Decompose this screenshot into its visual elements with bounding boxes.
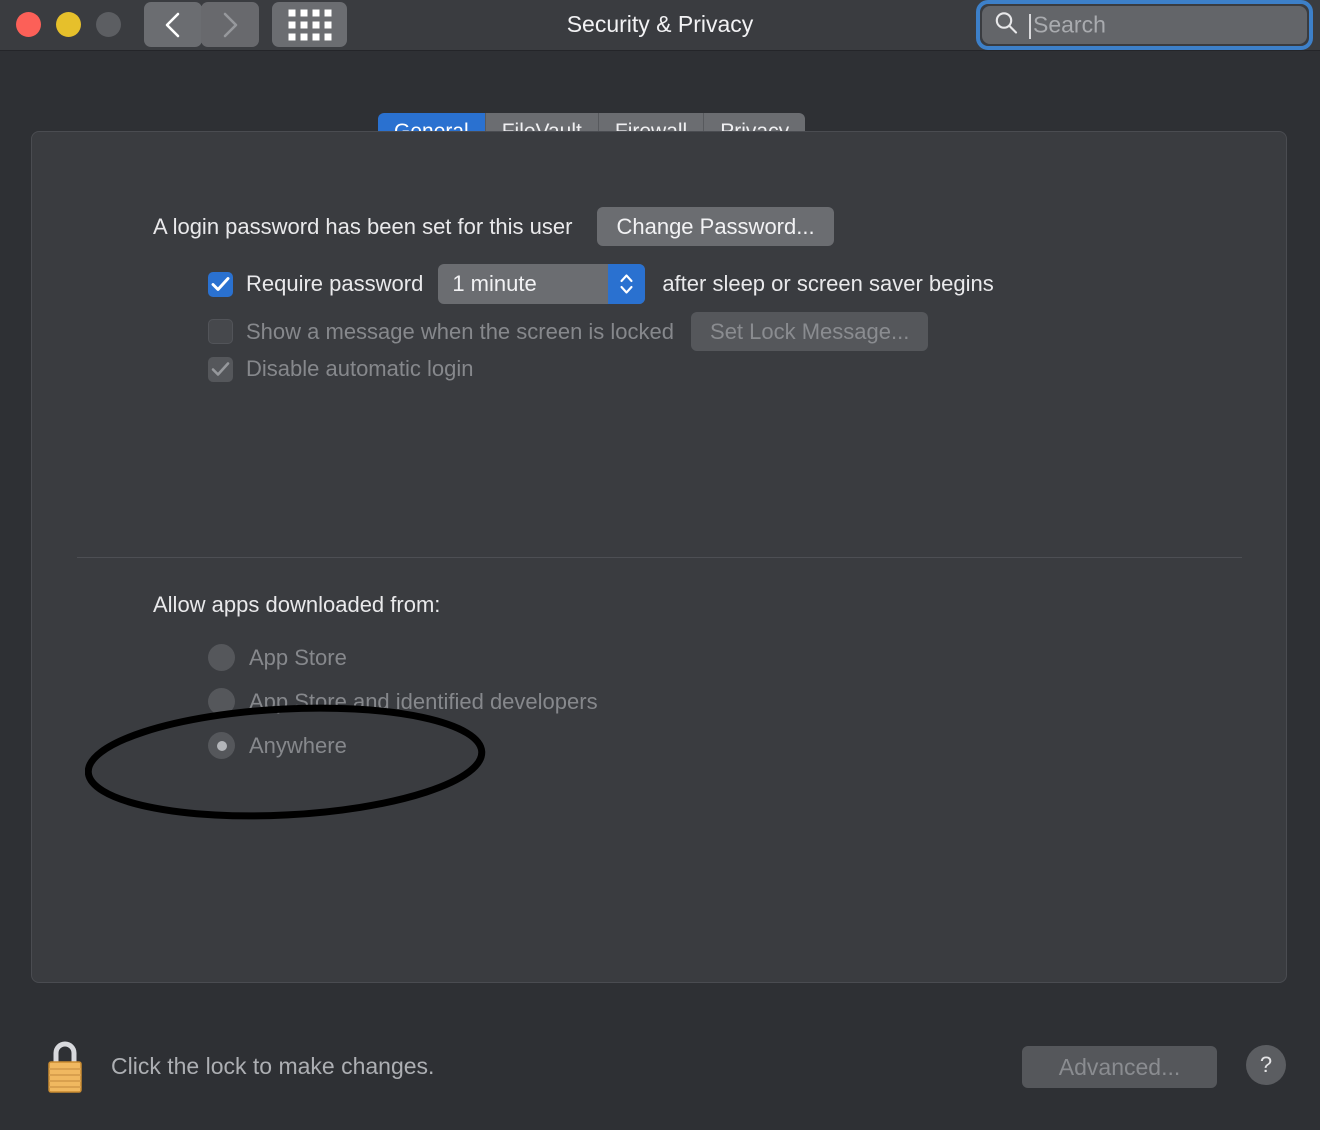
require-password-checkbox[interactable] <box>208 271 233 297</box>
radio-anywhere[interactable] <box>208 732 235 759</box>
search-text-caret <box>1029 14 1031 39</box>
show-all-preferences-button[interactable] <box>272 2 347 47</box>
allow-apps-option-anywhere[interactable]: Anywhere <box>208 732 347 759</box>
radio-identified-developers-label: App Store and identified developers <box>249 688 598 714</box>
allow-apps-option-identified-developers[interactable]: App Store and identified developers <box>208 688 598 715</box>
disable-auto-login-label: Disable automatic login <box>246 356 474 381</box>
all-preferences-grid-icon <box>288 9 331 40</box>
search-placeholder: Search <box>1033 11 1106 38</box>
disable-auto-login-row: Disable automatic login <box>208 356 473 382</box>
forward-button[interactable] <box>201 2 259 47</box>
require-password-label: Require password <box>246 271 424 296</box>
chevron-up-down-icon <box>608 264 646 304</box>
login-password-row: A login password has been set for this u… <box>153 207 834 247</box>
require-password-suffix: after sleep or screen saver begins <box>662 271 994 296</box>
padlock-closed-icon[interactable] <box>43 1036 87 1098</box>
advanced-button[interactable]: Advanced... <box>1022 1046 1217 1089</box>
radio-anywhere-label: Anywhere <box>249 732 347 758</box>
require-password-row: Require password 1 minute after sleep or… <box>208 264 994 304</box>
radio-app-store[interactable] <box>208 644 235 671</box>
lock-hint-text: Click the lock to make changes. <box>111 1053 435 1079</box>
back-button[interactable] <box>144 2 202 47</box>
require-password-interval-select[interactable]: 1 minute <box>438 264 646 304</box>
section-divider <box>77 557 1242 558</box>
general-settings-panel: A login password has been set for this u… <box>31 131 1287 983</box>
chevron-right-icon <box>220 11 240 39</box>
show-lock-message-row: Show a message when the screen is locked… <box>208 312 929 352</box>
require-password-interval-value: 1 minute <box>452 271 537 296</box>
search-input[interactable]: Search <box>982 6 1307 44</box>
login-password-status: A login password has been set for this u… <box>153 213 573 239</box>
window-titlebar: Security & Privacy Search <box>0 0 1320 51</box>
radio-app-store-label: App Store <box>249 644 347 670</box>
show-lock-message-label: Show a message when the screen is locked <box>246 318 675 344</box>
close-window-button[interactable] <box>16 12 41 37</box>
radio-identified-developers[interactable] <box>208 688 235 715</box>
show-lock-message-checkbox[interactable] <box>208 319 233 345</box>
allow-apps-option-app-store[interactable]: App Store <box>208 644 347 671</box>
allow-apps-title: Allow apps downloaded from: <box>153 592 441 617</box>
disable-auto-login-checkbox[interactable] <box>208 356 233 382</box>
search-field-container[interactable]: Search <box>976 0 1313 50</box>
help-button[interactable]: ? <box>1246 1045 1286 1085</box>
set-lock-message-button[interactable]: Set Lock Message... <box>691 312 929 352</box>
search-icon <box>993 10 1019 41</box>
minimize-window-button[interactable] <box>56 12 81 37</box>
change-password-button[interactable]: Change Password... <box>597 207 834 247</box>
chevron-left-icon <box>163 11 183 39</box>
zoom-window-button[interactable] <box>96 12 121 37</box>
